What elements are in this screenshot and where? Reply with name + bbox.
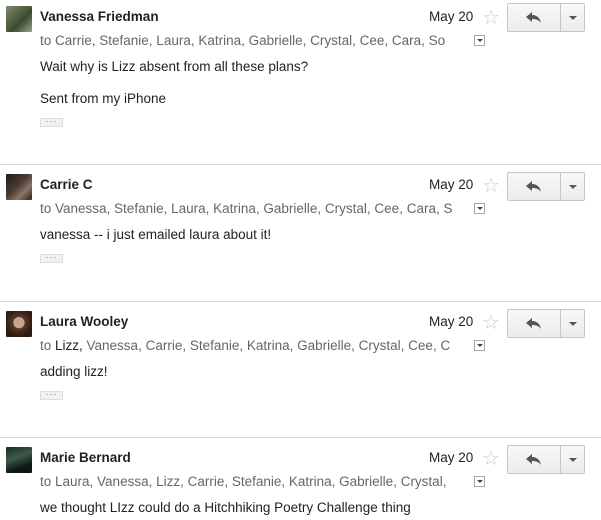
reply-arrow-icon	[526, 180, 541, 192]
reply-button[interactable]	[508, 173, 560, 200]
message-body-line: we thought LIzz could do a Hitchhiking P…	[40, 500, 411, 515]
chevron-down-icon	[568, 457, 577, 462]
reply-button[interactable]	[508, 310, 560, 337]
message-date: May 20	[429, 450, 474, 465]
message-divider	[0, 164, 601, 165]
recipients-list: Vanessa, Stefanie, Laura, Katrina, Gabri…	[55, 201, 453, 216]
reply-arrow-icon	[526, 317, 541, 329]
details-dropdown-icon[interactable]	[474, 340, 485, 351]
chevron-down-icon	[568, 321, 577, 326]
sender-name[interactable]: Carrie C	[40, 177, 93, 192]
reply-button-group	[507, 309, 585, 338]
star-icon[interactable]: ☆	[481, 448, 501, 468]
message-date: May 20	[429, 9, 474, 24]
recipients-list: Vanessa, Carrie, Stefanie, Katrina, Gabr…	[82, 338, 451, 353]
to-label: to	[40, 33, 56, 48]
chevron-down-icon	[568, 184, 577, 189]
details-dropdown-icon[interactable]	[474, 203, 485, 214]
reply-button-group	[507, 3, 585, 32]
message-body-line: vanessa -- i just emailed laura about it…	[40, 227, 272, 242]
reply-button-group	[507, 172, 585, 201]
more-options-button[interactable]	[561, 310, 584, 337]
details-dropdown-icon[interactable]	[474, 476, 485, 487]
reply-button[interactable]	[508, 4, 560, 31]
recipients-line: to Carrie, Stefanie, Laura, Katrina, Gab…	[40, 32, 468, 50]
recipients-line: to Vanessa, Stefanie, Laura, Katrina, Ga…	[40, 200, 468, 218]
message-divider	[0, 437, 601, 438]
sender-name[interactable]: Marie Bernard	[40, 450, 131, 465]
reply-button[interactable]	[508, 446, 560, 473]
recipients-line: to Lizz, Vanessa, Carrie, Stefanie, Katr…	[40, 337, 468, 355]
avatar[interactable]	[6, 6, 32, 32]
message-divider	[0, 301, 601, 302]
chevron-down-icon	[568, 15, 577, 20]
avatar[interactable]	[6, 447, 32, 473]
recipients-list: Carrie, Stefanie, Laura, Katrina, Gabrie…	[55, 33, 446, 48]
message-body-line: Sent from my iPhone	[40, 91, 167, 106]
reply-button-group	[507, 445, 585, 474]
reply-arrow-icon	[526, 453, 541, 465]
sender-name[interactable]: Vanessa Friedman	[40, 9, 159, 24]
recipients-first: Lizz,	[55, 338, 83, 353]
avatar[interactable]	[6, 311, 32, 337]
show-trimmed-content-button[interactable]: ···	[40, 117, 63, 127]
show-trimmed-content-button[interactable]: ···	[40, 253, 63, 263]
to-label: to	[40, 338, 56, 353]
star-icon[interactable]: ☆	[481, 7, 501, 27]
recipients-list: Laura, Vanessa, Lizz, Carrie, Stefanie, …	[55, 474, 447, 489]
details-dropdown-icon[interactable]	[474, 35, 485, 46]
recipients-line: to Laura, Vanessa, Lizz, Carrie, Stefani…	[40, 473, 468, 491]
to-label: to	[40, 201, 56, 216]
to-label: to	[40, 474, 56, 489]
sender-name[interactable]: Laura Wooley	[40, 314, 128, 329]
avatar[interactable]	[6, 174, 32, 200]
reply-arrow-icon	[526, 11, 541, 23]
message-body-line: adding lizz!	[40, 364, 108, 379]
show-trimmed-content-button[interactable]: ···	[40, 390, 63, 400]
star-icon[interactable]: ☆	[481, 312, 501, 332]
more-options-button[interactable]	[561, 4, 584, 31]
more-options-button[interactable]	[561, 173, 584, 200]
star-icon[interactable]: ☆	[481, 175, 501, 195]
more-options-button[interactable]	[561, 446, 584, 473]
message-body-line: Wait why is Lizz absent from all these p…	[40, 59, 309, 74]
message-date: May 20	[429, 177, 474, 192]
message-date: May 20	[429, 314, 474, 329]
